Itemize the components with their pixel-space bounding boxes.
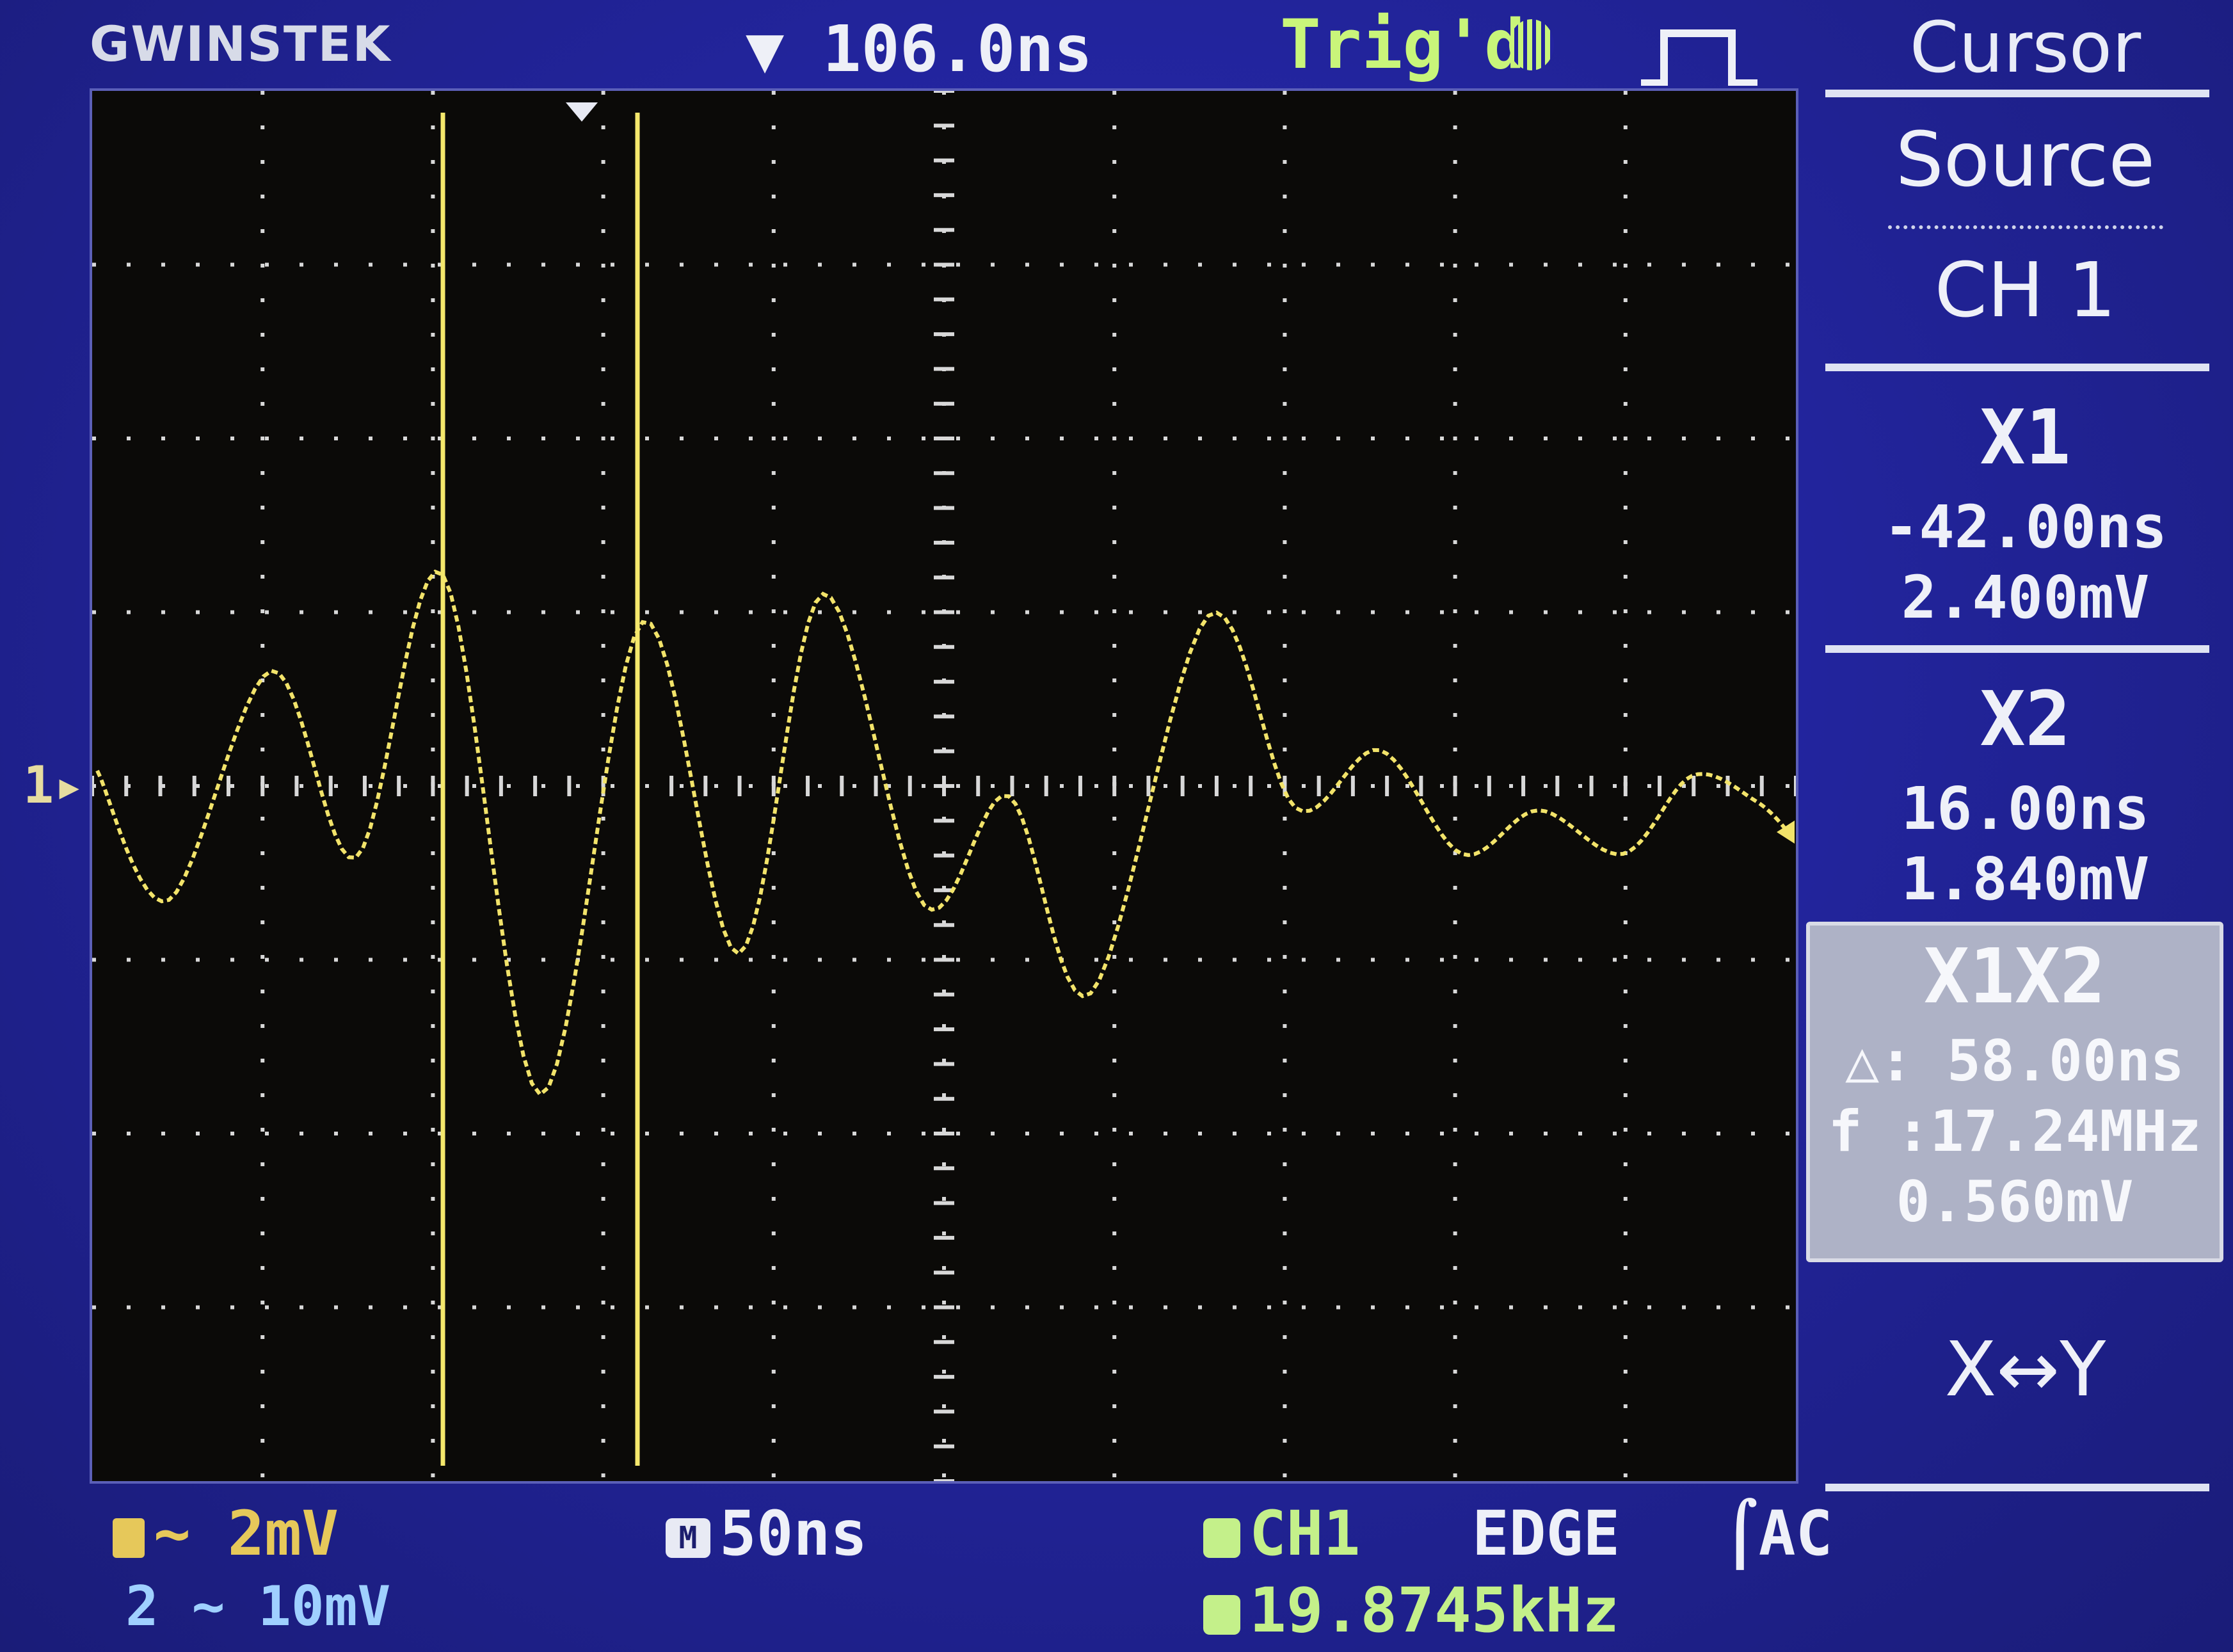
source-divider <box>1888 225 2163 229</box>
rising-edge-icon: ⌠ <box>1722 1498 1759 1569</box>
swap-xy-label: X↔Y <box>1944 1325 2106 1413</box>
trigger-status: Trig'd <box>1280 5 1525 84</box>
brand-logo: GWINSTEK <box>90 15 392 72</box>
trigger-source-readout: CH1 <box>1203 1498 1360 1569</box>
frequency-counter-value: 19.8745kHz <box>1249 1575 1619 1646</box>
menu-divider <box>1825 364 2209 371</box>
oscilloscope-screen: GWINSTEK ▼ 106.0ns Trig'd 1▸ Cursor Sour… <box>0 0 2233 1652</box>
trigger-type: EDGE <box>1472 1498 1621 1569</box>
delta-voltage-value: 0.560mV <box>1896 1169 2134 1235</box>
source-label: Source <box>1895 115 2156 204</box>
x2-voltage-value: 1.840mV <box>1901 845 2150 913</box>
trigger-indicator-icon <box>1509 19 1554 70</box>
trigger-level-marker <box>1777 821 1795 844</box>
trigger-coupling-value: AC <box>1758 1498 1833 1569</box>
trigger-coupling-readout: ⌠AC <box>1722 1498 1832 1569</box>
trigger-point-marker <box>566 102 598 122</box>
graticule <box>92 91 1796 1481</box>
ch2-label: 2 <box>125 1575 159 1639</box>
x2-time-value: 16.00ns <box>1901 774 2150 843</box>
x2-label: X2 <box>1980 675 2071 763</box>
x1x2-cursor-button[interactable]: X1X2 △: 58.00ns f :17.24MHz 0.560mV <box>1806 922 2223 1262</box>
x1-time-value: -42.00ns <box>1883 493 2168 561</box>
x1-label: X1 <box>1980 393 2071 481</box>
timebase-readout: M 50ns <box>666 1498 867 1569</box>
bottom-status-bar: ~ 2mV 2 ~ 10mV M 50ns CH1 EDGE ⌠AC 19.874… <box>0 1485 2233 1652</box>
timebase-value: 50ns <box>719 1498 868 1569</box>
ch2-scale-readout: 2 ~ 10mV <box>125 1575 390 1639</box>
x1-voltage-value: 2.400mV <box>1901 563 2150 632</box>
trigger-position-readout: ▼ 106.0ns <box>746 12 1092 86</box>
ground-arrow-icon: ▸ <box>54 755 85 815</box>
source-value: CH 1 <box>1934 246 2117 334</box>
frequency-counter-readout: 19.8745kHz <box>1203 1575 1619 1646</box>
menu-divider <box>1825 645 2209 653</box>
cursor-side-menu: Cursor Source CH 1 X1 -42.00ns 2.400mV X… <box>1818 0 2233 1511</box>
waveform-display <box>90 88 1798 1484</box>
x1x2-label: X1X2 <box>1923 932 2106 1020</box>
ch1-badge-icon <box>113 1518 145 1558</box>
trigger-source-value: CH1 <box>1249 1498 1361 1569</box>
channel1-ground-label: 1 <box>23 755 54 815</box>
ch1-scale-value: ~ 2mV <box>154 1498 339 1569</box>
pulse-icon <box>1641 29 1757 86</box>
menu-divider <box>1825 90 2209 97</box>
ch1-waveform-trace <box>95 569 1791 1098</box>
ch2-scale-value: ~ 10mV <box>191 1575 391 1639</box>
ch1-scale-readout: ~ 2mV <box>113 1498 339 1569</box>
frequency-value: f :17.24MHz <box>1828 1098 2202 1164</box>
top-status-bar: GWINSTEK ▼ 106.0ns Trig'd <box>0 0 1818 90</box>
trigger-badge-icon <box>1203 1518 1240 1558</box>
center-axis-ticks <box>92 91 1796 1481</box>
delta-time-value: △: 58.00ns <box>1845 1028 2184 1094</box>
menu-title: Cursor <box>1909 6 2141 88</box>
timebase-badge-icon: M <box>666 1518 710 1558</box>
frequency-badge-icon <box>1203 1594 1240 1635</box>
channel1-ground-marker: 1▸ <box>23 755 84 815</box>
